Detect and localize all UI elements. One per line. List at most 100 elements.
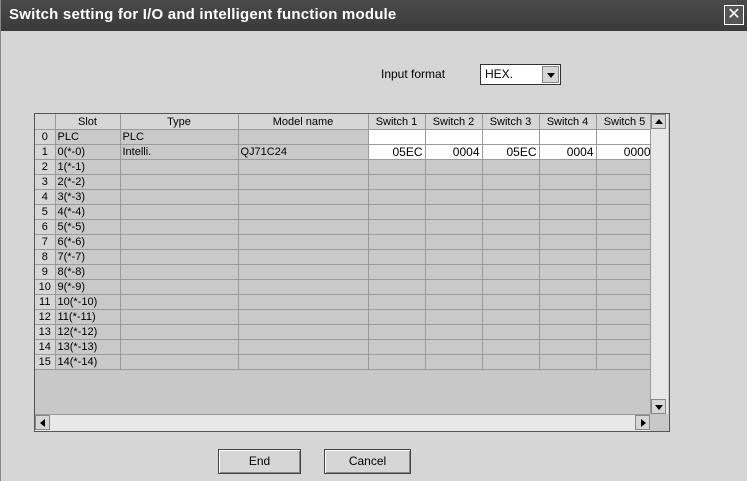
scroll-down-icon[interactable] — [651, 399, 666, 414]
input-format-select[interactable]: HEX. — [480, 64, 561, 85]
table-row[interactable]: 2 1(*-1) — [35, 159, 654, 175]
switch-cell — [539, 309, 597, 325]
switch-cell — [482, 189, 540, 205]
model-cell — [238, 249, 369, 265]
switch-cell — [596, 174, 654, 190]
switch-cell — [482, 204, 540, 220]
table-row[interactable]: 9 8(*-8) — [35, 264, 654, 280]
table-row[interactable]: 13 12(*-12) — [35, 324, 654, 340]
table-row[interactable]: 8 7(*-7) — [35, 249, 654, 265]
table-row[interactable]: 4 3(*-3) — [35, 189, 654, 205]
column-header[interactable]: Switch 4 — [539, 114, 597, 130]
slot-cell: 5(*-5) — [55, 219, 121, 235]
row-number: 1 — [35, 144, 56, 160]
model-cell — [238, 354, 369, 370]
switch-cell — [482, 219, 540, 235]
table-row[interactable]: 12 11(*-11) — [35, 309, 654, 325]
switch-cell[interactable]: 05EC — [368, 144, 426, 160]
type-cell — [120, 189, 239, 205]
model-cell — [238, 129, 369, 145]
model-cell — [238, 309, 369, 325]
input-format-value: HEX. — [485, 67, 514, 81]
row-number: 14 — [35, 339, 56, 355]
switch-cell[interactable] — [596, 129, 654, 145]
cancel-button[interactable]: Cancel — [324, 449, 411, 474]
row-number-header[interactable] — [35, 114, 56, 130]
close-icon[interactable]: ✕ — [724, 5, 744, 25]
switch-cell[interactable]: 0000 — [596, 144, 654, 160]
switch-cell — [368, 174, 426, 190]
switch-cell[interactable]: 0004 — [425, 144, 483, 160]
row-number: 2 — [35, 159, 56, 175]
model-cell: QJ71C24 — [238, 144, 369, 160]
column-header[interactable]: Slot — [55, 114, 121, 130]
vertical-scrollbar[interactable] — [650, 114, 668, 414]
switch-cell — [482, 234, 540, 250]
column-header[interactable]: Switch 1 — [368, 114, 426, 130]
switch-cell[interactable] — [482, 129, 540, 145]
switch-cell — [596, 234, 654, 250]
switch-cell — [425, 294, 483, 310]
scroll-left-icon[interactable] — [35, 415, 50, 430]
switch-cell — [425, 219, 483, 235]
switch-cell — [368, 204, 426, 220]
switch-cell — [539, 159, 597, 175]
switch-cell — [539, 219, 597, 235]
switch-table: Slot Type Model name Switch 1 Switch 2 Switch… — [35, 114, 654, 370]
column-header[interactable]: Type — [120, 114, 239, 130]
slot-cell: 6(*-6) — [55, 234, 121, 250]
table-row[interactable]: 15 14(*-14) — [35, 354, 654, 370]
model-cell — [238, 174, 369, 190]
row-number: 9 — [35, 264, 56, 280]
table-row[interactable]: 5 4(*-4) — [35, 204, 654, 220]
switch-cell — [596, 204, 654, 220]
table-row[interactable]: 6 5(*-5) — [35, 219, 654, 235]
switch-cell — [368, 264, 426, 280]
column-header[interactable]: Switch 2 — [425, 114, 483, 130]
table-row[interactable]: 10 9(*-9) — [35, 279, 654, 295]
switch-cell — [539, 279, 597, 295]
switch-cell[interactable]: 0004 — [539, 144, 597, 160]
switch-cell — [368, 249, 426, 265]
switch-cell — [368, 324, 426, 340]
row-number: 4 — [35, 189, 56, 205]
switch-cell — [596, 309, 654, 325]
column-header[interactable]: Model name — [238, 114, 369, 130]
table-row[interactable]: 7 6(*-6) — [35, 234, 654, 250]
switch-grid: Slot Type Model name Switch 1 Switch 2 Switch… — [34, 113, 670, 432]
column-header[interactable]: Switch 5 — [596, 114, 654, 130]
model-cell — [238, 234, 369, 250]
table-row[interactable]: 14 13(*-13) — [35, 339, 654, 355]
chevron-down-icon[interactable] — [542, 66, 559, 83]
horizontal-scrollbar[interactable] — [35, 414, 650, 431]
table-row[interactable]: 0 PLC PLC — [35, 129, 654, 145]
switch-cell — [482, 174, 540, 190]
table-row[interactable]: 11 10(*-10) — [35, 294, 654, 310]
switch-cell — [482, 249, 540, 265]
type-cell — [120, 249, 239, 265]
type-cell — [120, 354, 239, 370]
type-cell — [120, 339, 239, 355]
switch-cell — [368, 279, 426, 295]
switch-cell[interactable] — [368, 129, 426, 145]
table-row[interactable]: 1 0(*-0) Intelli. QJ71C24 05EC 0004 05EC 0004 00… — [35, 144, 654, 160]
model-cell — [238, 264, 369, 280]
switch-cell[interactable] — [539, 129, 597, 145]
end-button[interactable]: End — [218, 449, 301, 474]
scroll-up-icon[interactable] — [651, 114, 666, 129]
switch-cell — [482, 159, 540, 175]
column-header[interactable]: Switch 3 — [482, 114, 540, 130]
table-row[interactable]: 3 2(*-2) — [35, 174, 654, 190]
switch-cell[interactable] — [425, 129, 483, 145]
model-cell — [238, 339, 369, 355]
switch-cell — [425, 189, 483, 205]
type-cell — [120, 219, 239, 235]
model-cell — [238, 294, 369, 310]
switch-cell — [539, 234, 597, 250]
scroll-right-icon[interactable] — [635, 415, 650, 430]
switch-cell — [539, 354, 597, 370]
slot-cell: 4(*-4) — [55, 204, 121, 220]
switch-cell — [596, 189, 654, 205]
type-cell — [120, 234, 239, 250]
switch-cell[interactable]: 05EC — [482, 144, 540, 160]
